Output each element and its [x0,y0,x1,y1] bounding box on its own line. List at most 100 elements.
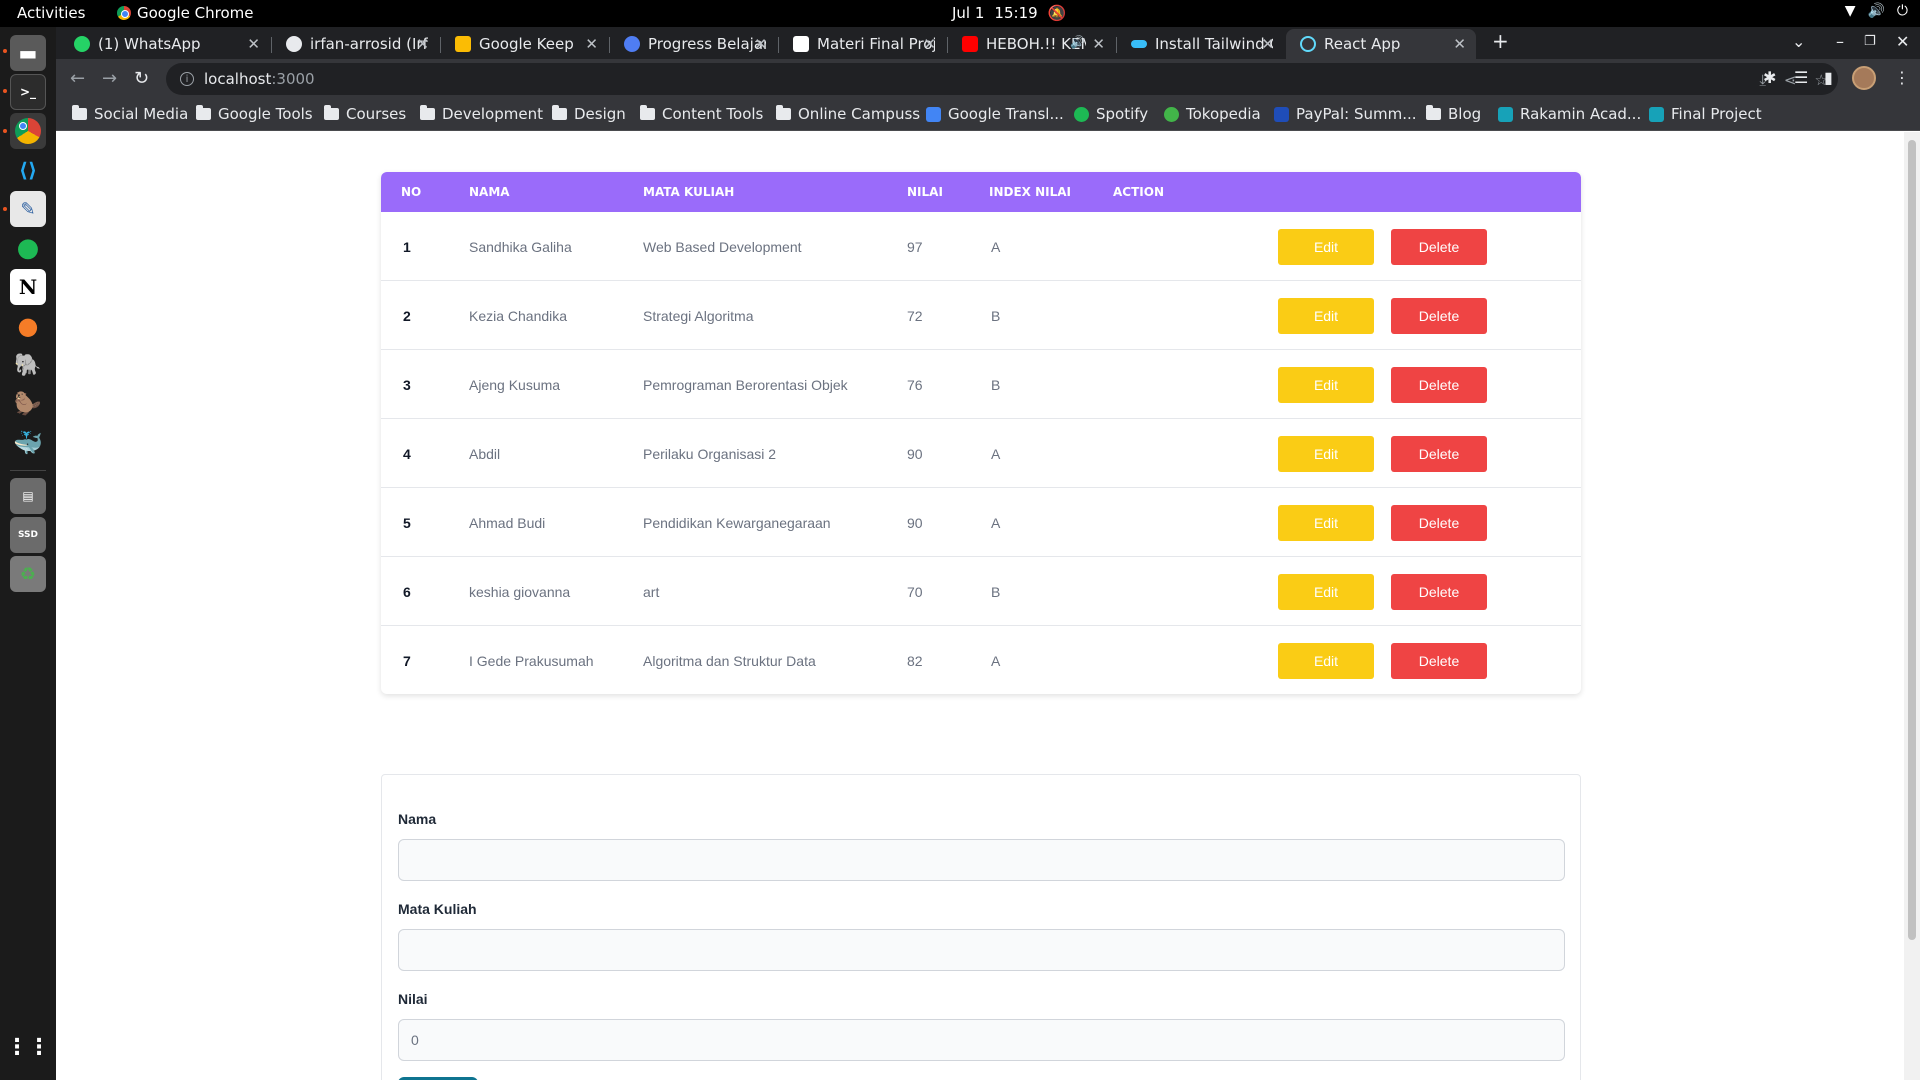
cell-nama: keshia giovanna [469,584,571,600]
delete-button[interactable]: Delete [1391,643,1487,679]
terminal-icon[interactable]: >_ [10,74,46,110]
back-icon[interactable]: ← [70,68,85,89]
delete-button[interactable]: Delete [1391,367,1487,403]
edit-button[interactable]: Edit [1278,574,1374,610]
bookmark-final-project[interactable]: Final Project [1649,105,1762,123]
tab-youtube[interactable]: HEBOH.!! KEMUN 🔊 ✕ [948,29,1115,59]
edit-button[interactable]: Edit [1278,367,1374,403]
bookmark-tokopedia[interactable]: Tokopedia [1164,105,1261,123]
bookmark-development[interactable]: Development [420,105,543,123]
system-menu[interactable]: ▼ 🔊 ⏻ [1845,3,1908,19]
close-icon[interactable]: ✕ [585,35,598,53]
forward-icon[interactable]: → [102,68,117,89]
spotify-icon[interactable]: ● [10,230,46,266]
nilai-input[interactable] [398,1019,1565,1061]
bookmark-paypal[interactable]: PayPal: Summ... [1274,105,1417,123]
trash-icon[interactable]: ♻ [10,556,46,592]
close-icon[interactable]: ✕ [1453,35,1466,53]
bookmark-rakamin[interactable]: Rakamin Acad... [1498,105,1641,123]
activities-button[interactable]: Activities [17,4,85,22]
bookmark-design[interactable]: Design [552,105,626,123]
app-menu[interactable]: Google Chrome [117,4,254,22]
folder-icon [552,105,567,120]
postman-icon[interactable]: ● [10,308,46,344]
bookmark-blog[interactable]: Blog [1426,105,1481,123]
audio-playing-icon[interactable]: 🔊 [1070,35,1085,49]
notion-icon[interactable]: N [10,269,46,305]
scrollbar-thumb[interactable] [1908,140,1916,940]
bookmark-google-tools[interactable]: Google Tools [196,105,313,123]
clock-time: 15:19 [994,4,1038,22]
close-icon[interactable]: ✕ [247,35,260,53]
tab-materi-final-project[interactable]: Materi Final Project ✕ [779,29,946,59]
delete-button[interactable]: Delete [1391,574,1487,610]
bookmark-spotify[interactable]: Spotify [1074,105,1148,123]
address-bar[interactable]: i localhost:3000 ⤓ ⋖ ☆ [166,63,1838,95]
show-apps-icon[interactable]: ⋮⋮ [6,1029,50,1065]
close-icon[interactable]: ✕ [1092,35,1105,53]
vscode-icon[interactable]: ⟨⟩ [10,152,46,188]
clock[interactable]: Jul 1 15:19 🔕 [952,4,1066,22]
cell-nilai: 97 [907,239,923,255]
ssd-icon[interactable]: SSD [10,517,46,553]
page-scrollbar[interactable] [1904,132,1920,1080]
running-indicator [3,207,7,211]
maximize-icon[interactable]: ❐ [1864,34,1876,49]
window-close-icon[interactable]: ✕ [1896,32,1909,51]
edit-button[interactable]: Edit [1278,505,1374,541]
delete-button[interactable]: Delete [1391,505,1487,541]
bookmark-online-campuss[interactable]: Online Campuss [776,105,920,123]
edit-button[interactable]: Edit [1278,436,1374,472]
text-editor-icon[interactable]: ✎ [10,191,46,227]
cell-mata-kuliah: Pemrograman Berorentasi Objek [643,377,848,393]
minimize-icon[interactable]: – [1836,32,1844,51]
edit-button[interactable]: Edit [1278,229,1374,265]
cell-mata-kuliah: Strategi Algoritma [643,308,754,324]
edit-button[interactable]: Edit [1278,643,1374,679]
drive-icon[interactable]: ▤ [10,478,46,514]
site-info-icon[interactable]: i [180,72,194,86]
docker-icon[interactable]: 🐳 [10,425,46,461]
final-project-icon [1649,106,1664,122]
table-row: 2 Kezia Chandika Strategi Algoritma 72 B Edit… [381,281,1581,350]
tab-search-icon[interactable]: ⌄ [1792,32,1805,51]
tab-whatsapp[interactable]: (1) WhatsApp ✕ [60,29,270,59]
profile-avatar[interactable] [1852,66,1876,90]
extensions-icon[interactable]: ✱ [1763,68,1776,87]
reading-list-icon[interactable]: ☰ [1794,68,1808,87]
tab-github[interactable]: irfan-arrosid (Irfan A ✕ [272,29,439,59]
bookmark-courses[interactable]: Courses [324,105,406,123]
bookmark-social-media[interactable]: Social Media [72,105,188,123]
dbeaver-icon[interactable]: 🦫 [10,386,46,422]
table-row: 5 Ahmad Budi Pendidikan Kewarganegaraan 90 A… [381,488,1581,557]
cell-no: 1 [403,239,411,255]
side-panel-icon[interactable]: ▮ [1824,68,1833,87]
chrome-dock-icon[interactable] [10,113,46,149]
bookmark-google-translate[interactable]: Google Transl... [926,105,1064,123]
bookmark-label: PayPal: Summ... [1296,105,1417,123]
tab-progress-belajar[interactable]: Progress Belajar | Bu ✕ [610,29,777,59]
close-icon[interactable]: ✕ [923,35,936,53]
cell-nama: I Gede Prakusumah [469,653,594,669]
tab-google-keep[interactable]: Google Keep ✕ [441,29,608,59]
nama-input[interactable] [398,839,1565,881]
delete-button[interactable]: Delete [1391,298,1487,334]
close-icon[interactable]: ✕ [754,35,767,53]
bookmark-content-tools[interactable]: Content Tools [640,105,763,123]
running-indicator [3,89,7,93]
files-icon[interactable]: ▬ [10,35,46,71]
delete-button[interactable]: Delete [1391,229,1487,265]
delete-button[interactable]: Delete [1391,436,1487,472]
postgres-icon[interactable]: 🐘 [10,347,46,383]
tab-tailwind[interactable]: Install Tailwind CSS v ✕ [1117,29,1284,59]
chrome-menu-icon[interactable]: ⋮ [1894,68,1910,87]
close-icon[interactable]: ✕ [416,35,429,53]
new-tab-icon[interactable]: + [1492,29,1509,53]
reload-icon[interactable]: ↻ [134,68,149,89]
cell-nilai: 90 [907,515,923,531]
close-icon[interactable]: ✕ [1261,35,1274,53]
mata-kuliah-input[interactable] [398,929,1565,971]
edit-button[interactable]: Edit [1278,298,1374,334]
cell-nilai: 76 [907,377,923,393]
tab-react-app[interactable]: React App ✕ [1286,29,1476,59]
